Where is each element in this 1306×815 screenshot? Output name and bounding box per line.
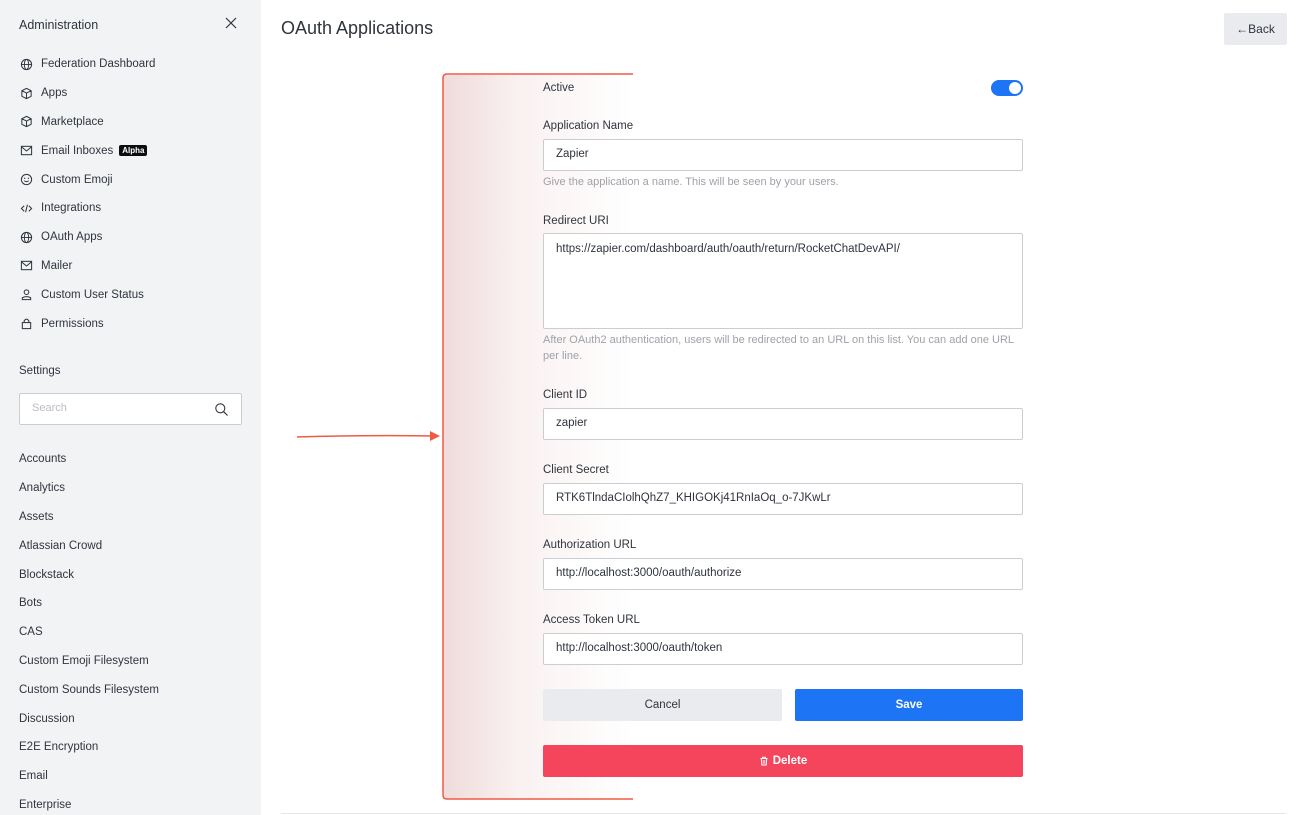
client-id-input[interactable] xyxy=(556,417,1011,429)
client-secret-field xyxy=(543,483,1023,515)
application-name-hint: Give the application a name. This will b… xyxy=(543,176,839,188)
close-icon[interactable] xyxy=(224,16,238,30)
sidebar-item-federation-dashboard[interactable]: Federation Dashboard xyxy=(19,50,249,79)
access-token-url-input[interactable] xyxy=(556,642,1011,654)
sidebar-item-label: Marketplace xyxy=(41,115,104,128)
settings-search xyxy=(19,393,242,425)
search-icon[interactable] xyxy=(214,402,229,417)
settings-item[interactable]: Analytics xyxy=(19,474,249,503)
settings-item[interactable]: Bots xyxy=(19,589,249,618)
redirect-uri-field: https://zapier.com/dashboard/auth/oauth/… xyxy=(543,233,1023,329)
sidebar-item-custom-emoji[interactable]: Custom Emoji xyxy=(19,165,249,194)
access-token-url-field xyxy=(543,633,1023,665)
globe-icon xyxy=(19,230,33,244)
application-name-input[interactable] xyxy=(556,148,1011,160)
cancel-button[interactable]: Cancel xyxy=(543,689,782,721)
lock-icon xyxy=(19,317,33,331)
settings-item[interactable]: Enterprise xyxy=(19,791,249,815)
delete-button[interactable]: Delete xyxy=(543,745,1023,777)
cube-icon xyxy=(19,86,33,100)
admin-nav: Federation Dashboard Apps Marketplace Em… xyxy=(19,50,249,338)
sidebar-item-label: Federation Dashboard xyxy=(41,58,156,71)
settings-list: Accounts Analytics Assets Atlassian Crow… xyxy=(19,445,249,815)
settings-heading: Settings xyxy=(19,365,61,377)
active-toggle[interactable] xyxy=(991,80,1023,96)
access-token-url-label: Access Token URL xyxy=(543,614,640,626)
application-name-field xyxy=(543,139,1023,171)
cube-icon xyxy=(19,115,33,129)
client-id-field xyxy=(543,408,1023,440)
sidebar-item-label: Apps xyxy=(41,87,68,100)
sidebar-item-permissions[interactable]: Permissions xyxy=(19,309,249,338)
sidebar-item-mailer[interactable]: Mailer xyxy=(19,252,249,281)
bottom-divider xyxy=(281,813,1286,814)
client-id-label: Client ID xyxy=(543,389,588,401)
authorization-url-input[interactable] xyxy=(556,567,1011,579)
sidebar-item-label: OAuth Apps xyxy=(41,231,103,244)
settings-item[interactable]: Custom Sounds Filesystem xyxy=(19,675,249,704)
admin-sidebar: Administration Federation Dashboard Apps… xyxy=(0,0,261,815)
sidebar-item-marketplace[interactable]: Marketplace xyxy=(19,108,249,137)
user-icon xyxy=(19,288,33,302)
globe-icon xyxy=(19,57,33,71)
emoji-icon xyxy=(19,173,33,187)
sidebar-item-integrations[interactable]: Integrations xyxy=(19,194,249,223)
settings-item[interactable]: Discussion xyxy=(19,704,249,733)
authorization-url-field xyxy=(543,558,1023,590)
sidebar-item-label: Integrations xyxy=(41,202,102,215)
sidebar-item-label: Custom Emoji xyxy=(41,173,113,186)
client-secret-input[interactable] xyxy=(556,492,1011,504)
settings-item[interactable]: Custom Emoji Filesystem xyxy=(19,647,249,676)
client-secret-label: Client Secret xyxy=(543,464,609,476)
active-label: Active xyxy=(543,82,575,94)
save-button[interactable]: Save xyxy=(795,689,1023,721)
code-icon xyxy=(19,201,33,215)
sidebar-item-label: Permissions xyxy=(41,317,104,330)
settings-item[interactable]: CAS xyxy=(19,618,249,647)
settings-item[interactable]: E2E Encryption xyxy=(19,733,249,762)
back-button[interactable]: ←Back xyxy=(1224,13,1287,45)
redirect-uri-label: Redirect URI xyxy=(543,215,609,227)
settings-item[interactable]: Accounts xyxy=(19,445,249,474)
redirect-uri-textarea[interactable]: https://zapier.com/dashboard/auth/oauth/… xyxy=(556,243,1011,323)
sidebar-item-label: Email Inboxes xyxy=(41,144,114,157)
settings-item[interactable]: Atlassian Crowd xyxy=(19,531,249,560)
sidebar-item-email-inboxes[interactable]: Email Inboxes Alpha xyxy=(19,136,249,165)
trash-icon xyxy=(760,756,768,766)
sidebar-title: Administration xyxy=(19,18,99,32)
sidebar-header: Administration xyxy=(19,16,241,34)
settings-item[interactable]: Blockstack xyxy=(19,560,249,589)
page-title: OAuth Applications xyxy=(281,18,434,38)
redirect-uri-hint: After OAuth2 authentication, users will … xyxy=(543,334,1014,362)
application-name-label: Application Name xyxy=(543,120,634,132)
sidebar-item-apps[interactable]: Apps xyxy=(19,79,249,108)
settings-item[interactable]: Email xyxy=(19,762,249,791)
sidebar-item-custom-user-status[interactable]: Custom User Status xyxy=(19,280,249,309)
settings-search-input[interactable] xyxy=(32,402,202,414)
mail-icon xyxy=(19,144,33,158)
authorization-url-label: Authorization URL xyxy=(543,539,637,551)
sidebar-item-oauth-apps[interactable]: OAuth Apps xyxy=(19,223,249,252)
toggle-knob xyxy=(1009,82,1021,94)
sidebar-item-label: Custom User Status xyxy=(41,288,144,301)
mail-icon xyxy=(19,259,33,273)
alpha-badge: Alpha xyxy=(119,145,148,157)
sidebar-item-label: Mailer xyxy=(41,259,73,272)
settings-item[interactable]: Assets xyxy=(19,503,249,532)
delete-label: Delete xyxy=(772,755,808,767)
